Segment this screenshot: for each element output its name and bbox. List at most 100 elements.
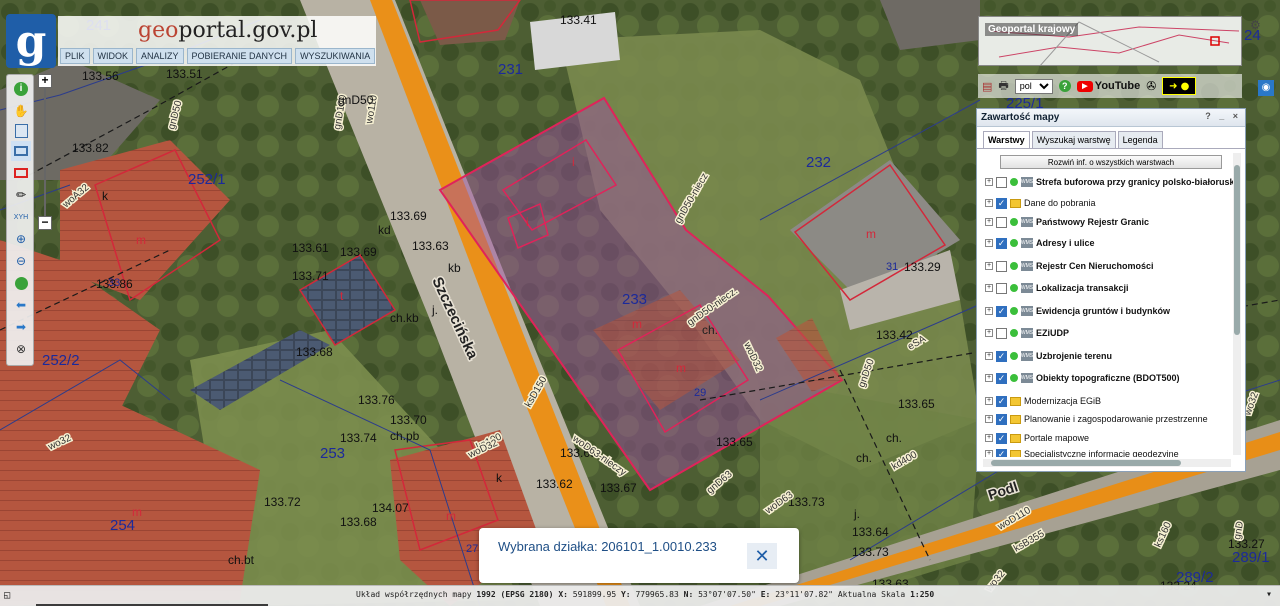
layer-checkbox[interactable]: ✓ (996, 305, 1007, 317)
layer-checkbox[interactable] (996, 260, 1007, 272)
zoom-minus-button[interactable]: − (38, 216, 52, 230)
layer-checkbox[interactable] (996, 327, 1007, 339)
horizontal-scroll-thumb[interactable] (991, 460, 1181, 466)
high-contrast-button[interactable]: ➜ ● (1162, 77, 1197, 95)
status-corner-icon[interactable]: ◱ (4, 590, 10, 601)
layer-checkbox[interactable]: ✓ (996, 413, 1007, 425)
elevation-label: 133.70 (390, 413, 427, 427)
info-icon[interactable]: i (11, 79, 31, 99)
menu-file[interactable]: PLIK (60, 48, 90, 64)
zoom-slider[interactable]: + − (38, 74, 52, 232)
y-label: Y: (620, 590, 631, 599)
xyh-coordinates-icon[interactable]: XYH (11, 207, 31, 227)
forward-arrow-icon[interactable]: ➡ (11, 317, 31, 337)
layer-row[interactable]: + ✓ Modernizacja EGiB (985, 392, 1101, 410)
main-menu: PLIK WIDOK ANALIZY POBIERANIE DANYCH WYS… (60, 48, 376, 64)
layer-row[interactable]: + WMS Rejestr Cen Nieruchomości (985, 257, 1154, 275)
expand-plus-icon[interactable]: + (985, 262, 993, 270)
print-icon[interactable]: ▤ (982, 80, 992, 93)
expand-plus-icon[interactable]: + (985, 329, 993, 337)
layer-checkbox[interactable]: ✓ (996, 372, 1007, 384)
wms-service-icon: WMS (1020, 283, 1034, 293)
layer-row[interactable]: + ✓ WMS Ewidencja gruntów i budynków (985, 302, 1170, 320)
geoportal-logo[interactable]: g (6, 14, 56, 68)
expand-plus-icon[interactable]: + (985, 307, 993, 315)
status-expand-arrow-icon[interactable]: ▾ (1266, 589, 1272, 600)
stop-icon[interactable]: ⊗ (11, 339, 31, 359)
expand-plus-icon[interactable]: + (985, 434, 993, 442)
layer-label: EZiUDP (1036, 328, 1070, 338)
layer-row[interactable]: + ✓ WMS Uzbrojenie terenu (985, 347, 1112, 365)
layer-checkbox[interactable]: ✓ (996, 350, 1007, 362)
select-area-icon[interactable] (11, 141, 31, 161)
layer-checkbox[interactable] (996, 176, 1007, 188)
menu-analysis[interactable]: ANALIZY (136, 48, 184, 64)
overview-map[interactable]: Geoportal krajowy (978, 16, 1242, 66)
settings-gear-icon[interactable]: ⚙ (1250, 18, 1261, 32)
layer-row[interactable]: + ✓ Planowanie i zagospodarowanie przestrz… (985, 410, 1208, 428)
layer-checkbox[interactable]: ✓ (996, 432, 1007, 444)
layer-row[interactable]: + WMS Państwowy Rejestr Granic (985, 213, 1149, 231)
overview-map-title: Geoportal krajowy (985, 23, 1079, 36)
layer-row[interactable]: + ✓ WMS Adresy i ulice (985, 234, 1095, 252)
printer-icon[interactable]: 🖶 (998, 77, 1008, 96)
expand-plus-icon[interactable]: + (985, 415, 993, 423)
layer-row[interactable]: + WMS Strefa buforowa przy granicy polsko-… (985, 173, 1233, 191)
expand-all-layers-button[interactable]: Rozwiń inf. o wszystkich warstwach (1000, 155, 1222, 169)
layer-checkbox[interactable] (996, 282, 1007, 294)
tab-legend[interactable]: Legenda (1117, 131, 1163, 148)
visibility-eye-icon[interactable]: ◉ (1258, 80, 1274, 96)
expand-plus-icon[interactable]: + (985, 239, 993, 247)
zoom-track[interactable] (44, 88, 46, 216)
help-icon[interactable]: ? (1058, 80, 1071, 92)
language-select[interactable]: pol (1014, 78, 1053, 94)
pencil-icon[interactable]: ✏ (11, 185, 31, 205)
expand-plus-icon[interactable]: + (985, 397, 993, 405)
zoom-plus-button[interactable]: + (38, 74, 52, 88)
expand-plus-icon[interactable]: + (985, 450, 993, 457)
layer-checkbox[interactable]: ✓ (996, 448, 1007, 457)
layer-row[interactable]: + WMS EZiUDP (985, 324, 1069, 342)
menu-view[interactable]: WIDOK (92, 48, 134, 64)
map-symbol-label: i (526, 215, 529, 229)
layer-row[interactable]: + ✓ WMS Obiekty topograficzne (BDOT500) (985, 369, 1180, 387)
globe-icon[interactable] (11, 273, 31, 293)
panel-window-controls[interactable]: ? _ × (1205, 111, 1241, 121)
accessibility-icon[interactable]: ✇ (1146, 79, 1156, 93)
back-arrow-icon[interactable]: ⬅ (11, 295, 31, 315)
tab-search-layer[interactable]: Wyszukaj warstwę (1031, 131, 1116, 148)
layer-vertical-scrollbar[interactable] (1233, 153, 1241, 455)
pan-hand-icon[interactable]: ✋ (11, 101, 31, 121)
layer-row[interactable]: + ✓ Dane do pobrania (985, 194, 1096, 212)
menu-download[interactable]: POBIERANIE DANYCH (186, 48, 293, 64)
layer-row[interactable]: + ✓ Specjalistyczne informacje geodezyjne (985, 445, 1179, 457)
expand-plus-icon[interactable]: + (985, 178, 993, 186)
menu-search[interactable]: WYSZUKIWANIA (295, 48, 376, 64)
map-symbol-label: ch.kb (390, 311, 419, 325)
layer-horizontal-scrollbar[interactable] (983, 459, 1231, 467)
layer-checkbox[interactable]: ✓ (996, 395, 1007, 407)
layer-checkbox[interactable] (996, 216, 1007, 228)
youtube-link[interactable]: ▶ YouTube (1076, 80, 1140, 92)
layer-checkbox[interactable]: ✓ (996, 237, 1007, 249)
zoom-in-icon[interactable]: ⊕ (11, 229, 31, 249)
e-label: E: (760, 590, 771, 599)
expand-plus-icon[interactable]: + (985, 352, 993, 360)
layer-row[interactable]: + WMS Lokalizacja transakcji (985, 279, 1129, 297)
layer-checkbox[interactable]: ✓ (996, 197, 1007, 209)
elevation-label: 133.29 (904, 260, 941, 274)
n-value: 53°07'07.50" (698, 590, 756, 599)
vertical-scroll-thumb[interactable] (1234, 165, 1240, 335)
expand-plus-icon[interactable]: + (985, 199, 993, 207)
zoom-out-icon[interactable]: ⊖ (11, 251, 31, 271)
elevation-label: 133.65 (898, 397, 935, 411)
tab-layers[interactable]: Warstwy (983, 131, 1030, 148)
elevation-label: 133.86 (96, 277, 133, 291)
expand-plus-icon[interactable]: + (985, 218, 993, 226)
popup-close-button[interactable]: ✕ (747, 543, 777, 569)
elevation-label: 133.73 (852, 545, 889, 559)
expand-plus-icon[interactable]: + (985, 284, 993, 292)
expand-plus-icon[interactable]: + (985, 374, 993, 382)
legend-list-icon[interactable] (11, 121, 31, 141)
select-remove-icon[interactable] (11, 163, 31, 183)
